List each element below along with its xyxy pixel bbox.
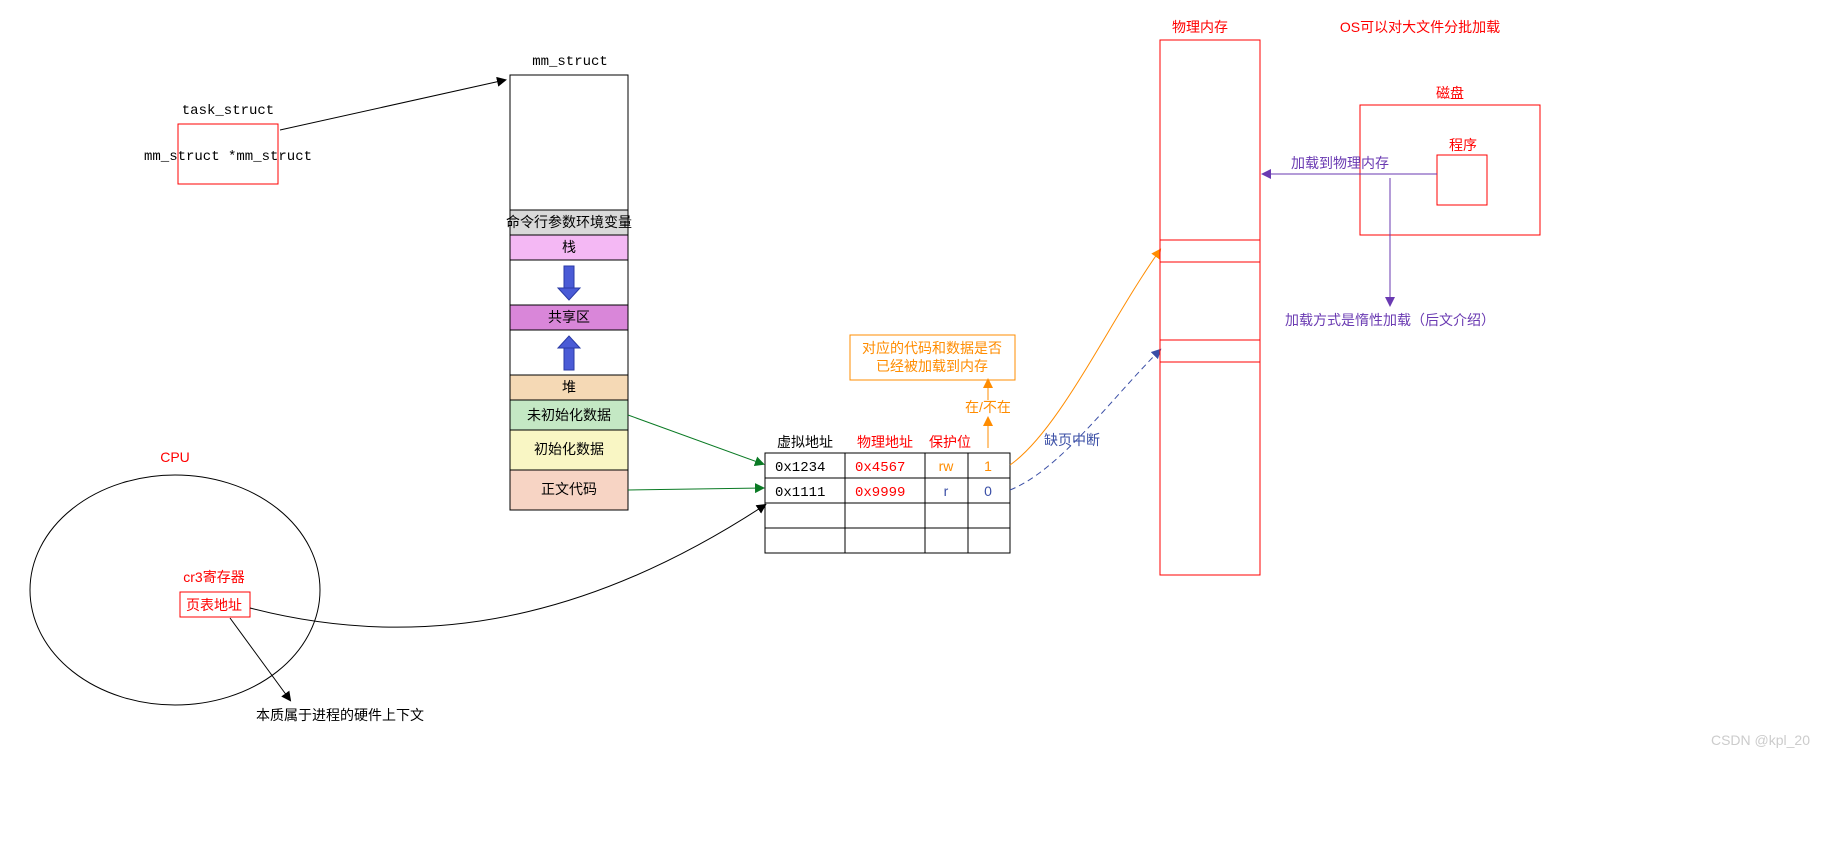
diagram-canvas: task_struct mm_struct *mm_struct mm_stru…	[0, 0, 1823, 850]
cr3-note-arrow	[230, 618, 290, 700]
mm-struct-title: mm_struct	[532, 54, 608, 70]
disk-program-box	[1437, 155, 1487, 205]
cr3-label: cr3寄存器	[183, 569, 244, 585]
pt-present-label: 在/不在	[965, 399, 1011, 415]
task-struct-title: task_struct	[182, 103, 274, 119]
lazy-note: 加载方式是惰性加载（后文介绍）	[1285, 312, 1495, 328]
watermark: CSDN @kpl_20	[1711, 732, 1810, 748]
pt-r0-paddr: 0x4567	[855, 460, 905, 476]
seg-bss-label: 未初始化数据	[527, 407, 611, 423]
physmem-title: 物理内存	[1172, 19, 1228, 35]
pt-r0-vaddr: 0x1234	[775, 460, 825, 476]
cr3-to-pagetable	[250, 505, 765, 627]
task-to-mm-arrow	[280, 80, 505, 130]
pt-r0-pres: 1	[984, 458, 992, 474]
physmem-box	[1160, 40, 1260, 575]
pt-r1-prot: r	[944, 483, 949, 499]
pt-hdr-vaddr: 虚拟地址	[777, 434, 833, 450]
pt-hdr-prot: 保护位	[929, 434, 971, 450]
cpu-ellipse	[30, 475, 320, 705]
pt-r1-paddr: 0x9999	[855, 485, 905, 501]
task-struct-member: mm_struct *mm_struct	[144, 149, 312, 165]
seg-data-label: 初始化数据	[534, 441, 604, 457]
seg-heap-label: 堆	[562, 379, 576, 395]
pt-note-text: 对应的代码和数据是否已经被加载到内存	[862, 340, 1002, 374]
cpu-note: 本质属于进程的硬件上下文	[256, 707, 424, 723]
load-to-mem-label: 加载到物理内存	[1291, 155, 1389, 171]
seg-stack-label: 栈	[562, 239, 576, 255]
cr3-value: 页表地址	[186, 597, 242, 613]
pt-r0-prot: rw	[939, 458, 955, 474]
text-to-pt	[628, 488, 763, 490]
disk-batch-note: OS可以对大文件分批加载	[1340, 19, 1500, 35]
pt-r1-vaddr: 0x1111	[775, 485, 825, 501]
seg-cmdline-label: 命令行参数环境变量	[506, 214, 632, 230]
pt-hdr-paddr: 物理地址	[857, 434, 913, 450]
seg-shared-label: 共享区	[548, 309, 590, 325]
pagefault-label: 缺页中断	[1044, 432, 1100, 448]
bss-to-pt	[628, 415, 763, 464]
disk-title: 磁盘	[1436, 85, 1464, 101]
pt-r1-pres: 0	[984, 483, 992, 499]
seg-text-label: 正文代码	[541, 481, 597, 497]
cpu-title: CPU	[160, 449, 190, 465]
disk-program-label: 程序	[1449, 137, 1477, 153]
